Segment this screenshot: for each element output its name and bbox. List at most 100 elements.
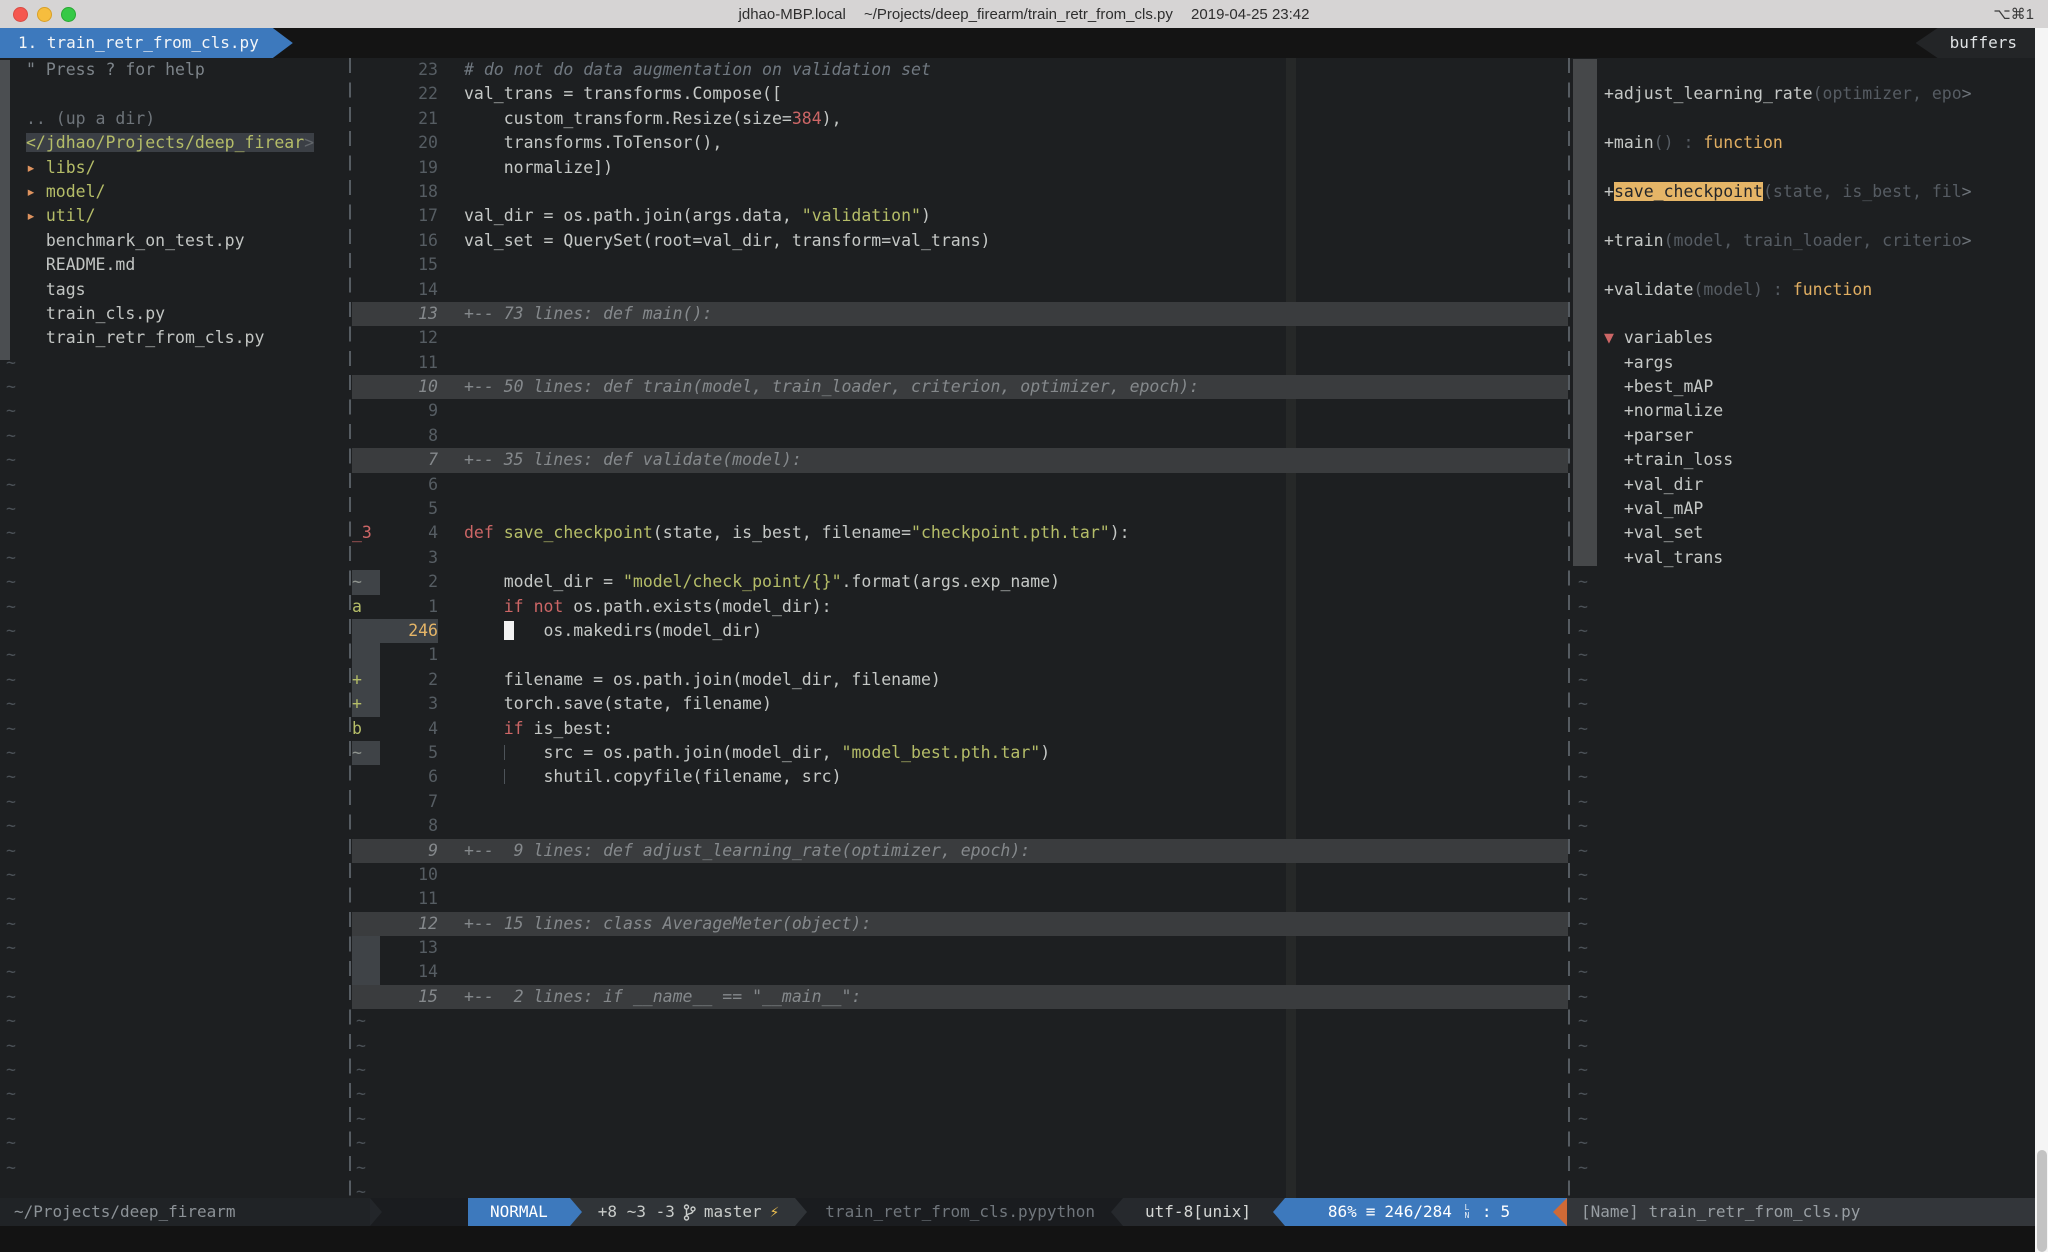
tag-entry[interactable]: +normalize (1570, 399, 2036, 423)
empty-line-tilde: ~ (0, 668, 348, 692)
empty-line-tilde: ~ (1570, 619, 2036, 643)
code-line[interactable]: 11 (352, 887, 1568, 911)
line-number: 13 (380, 936, 438, 960)
folded-code-line[interactable]: 10+-- 50 lines: def train(model, train_l… (352, 375, 1568, 399)
code-line[interactable]: 11 (352, 351, 1568, 375)
code-line[interactable]: 23# do not do data augmentation on valid… (352, 58, 1568, 82)
code-line[interactable]: 1 (352, 643, 1568, 667)
file-tree-scrollbar[interactable] (0, 60, 10, 360)
tree-row[interactable]: ▸ util/ (0, 204, 348, 228)
tree-file-item[interactable]: train_retr_from_cls.py (26, 328, 264, 347)
empty-line-tilde: ~ (1570, 692, 2036, 716)
tag-entry[interactable]: +val_trans (1570, 546, 2036, 570)
code-line[interactable]: 3 (352, 546, 1568, 570)
tree-row[interactable]: benchmark_on_test.py (0, 229, 348, 253)
column-number: 5 (1501, 1198, 1511, 1226)
tag-entry[interactable]: +train_loss (1570, 448, 2036, 472)
tree-file-item[interactable]: train_cls.py (26, 304, 165, 323)
empty-line-tilde: ~ (1570, 863, 2036, 887)
code-line[interactable]: 17val_dir = os.path.join(args.data, "val… (352, 204, 1568, 228)
code-line[interactable]: 21 custom_transform.Resize(size=384), (352, 107, 1568, 131)
tag-entry[interactable]: +args (1570, 351, 2036, 375)
code-line[interactable]: +3 torch.save(state, filename) (352, 692, 1568, 716)
tagbar-scrollbar[interactable] (1573, 59, 1597, 566)
tree-file-item[interactable]: benchmark_on_test.py (26, 231, 245, 250)
window-separator[interactable] (349, 58, 351, 1198)
sign-column (352, 58, 380, 82)
tree-row[interactable]: train_retr_from_cls.py (0, 326, 348, 350)
code-line[interactable]: 22val_trans = transforms.Compose([ (352, 82, 1568, 106)
tag-entry[interactable]: +val_mAP (1570, 497, 2036, 521)
code-line[interactable]: 14 (352, 960, 1568, 984)
branch-name: master (704, 1198, 762, 1226)
code-line[interactable]: _34def save_checkpoint(state, is_best, f… (352, 521, 1568, 545)
tree-root[interactable]: </jdhao/Projects/deep_firear> (26, 133, 314, 152)
folded-code-line[interactable]: 7+-- 35 lines: def validate(model): (352, 448, 1568, 472)
tag-entry[interactable]: +save_checkpoint(state, is_best, fil> (1570, 180, 2036, 204)
sign-column (352, 960, 380, 984)
tree-dir-item[interactable]: ▸ model/ (26, 182, 105, 201)
tag-entry[interactable]: +main() : function (1570, 131, 2036, 155)
buffer-tab[interactable]: 1. train_retr_from_cls.py (0, 28, 293, 58)
tree-row[interactable]: ▸ model/ (0, 180, 348, 204)
code-line[interactable]: 246 os.makedirs(model_dir) (352, 619, 1568, 643)
tag-entry[interactable]: +val_dir (1570, 473, 2036, 497)
code-line[interactable]: 20 transforms.ToTensor(), (352, 131, 1568, 155)
command-line[interactable] (0, 1226, 2048, 1252)
folded-code-line[interactable]: 13+-- 73 lines: def main(): (352, 302, 1568, 326)
tag-entry[interactable]: +adjust_learning_rate(optimizer, epo> (1570, 82, 2036, 106)
empty-line-tilde: ~ (0, 985, 348, 1009)
tree-row[interactable]: </jdhao/Projects/deep_firear> (0, 131, 348, 155)
code-line[interactable]: +2 filename = os.path.join(model_dir, fi… (352, 668, 1568, 692)
tree-row[interactable]: README.md (0, 253, 348, 277)
empty-line-tilde: ~ (1570, 643, 2036, 667)
code-line[interactable]: a1 if not os.path.exists(model_dir): (352, 595, 1568, 619)
code-line[interactable]: 8 (352, 424, 1568, 448)
tag-entry[interactable]: +train(model, train_loader, criterio> (1570, 229, 2036, 253)
tree-file-item[interactable]: README.md (26, 255, 135, 274)
code-line[interactable]: 18 (352, 180, 1568, 204)
empty-line-tilde: ~ (1570, 1082, 2036, 1106)
editor-scrollbar-thumb[interactable] (2037, 1150, 2047, 1252)
code-line[interactable]: 19 normalize]) (352, 156, 1568, 180)
folded-code-line[interactable]: 12+-- 15 lines: class AverageMeter(objec… (352, 912, 1568, 936)
editor-scrollbar-track[interactable] (2035, 28, 2048, 1252)
tag-entry[interactable]: ▼ variables (1570, 326, 2036, 350)
sign-column (352, 180, 380, 204)
folded-code-line[interactable]: 9+-- 9 lines: def adjust_learning_rate(o… (352, 839, 1568, 863)
tree-row[interactable]: ▸ libs/ (0, 156, 348, 180)
tag-entry (1570, 156, 2036, 180)
code-line[interactable]: 12 (352, 326, 1568, 350)
code-line[interactable]: 15 (352, 253, 1568, 277)
powerline-separator-icon (570, 1198, 582, 1226)
tree-row[interactable]: train_cls.py (0, 302, 348, 326)
tag-entry[interactable]: +val_set (1570, 521, 2036, 545)
code-line[interactable]: 10 (352, 863, 1568, 887)
code-line[interactable]: b4 if is_best: (352, 717, 1568, 741)
code-line[interactable]: 5 (352, 497, 1568, 521)
code-line[interactable]: 6 (352, 473, 1568, 497)
tree-dir-item[interactable]: ▸ util/ (26, 206, 96, 225)
code-line[interactable]: 16val_set = QuerySet(root=val_dir, trans… (352, 229, 1568, 253)
code-line[interactable]: 8 (352, 814, 1568, 838)
tag-entry[interactable]: +best_mAP (1570, 375, 2036, 399)
empty-line-tilde: ~ (1570, 1131, 2036, 1155)
code-line[interactable]: 13 (352, 936, 1568, 960)
tree-row[interactable]: tags (0, 278, 348, 302)
sign-column (352, 82, 380, 106)
tag-entry[interactable]: +parser (1570, 424, 2036, 448)
tree-file-item[interactable]: tags (26, 280, 86, 299)
folded-code-line[interactable]: 15+-- 2 lines: if __name__ == "__main__"… (352, 985, 1568, 1009)
tree-row[interactable]: .. (up a dir) (0, 107, 348, 131)
code-line[interactable]: ~5 src = os.path.join(model_dir, "model_… (352, 741, 1568, 765)
tree-up-dir[interactable]: .. (up a dir) (26, 109, 155, 128)
code-line[interactable]: 14 (352, 278, 1568, 302)
tag-entry[interactable]: +validate(model) : function (1570, 278, 2036, 302)
sign-column (352, 326, 380, 350)
tree-dir-item[interactable]: ▸ libs/ (26, 158, 96, 177)
code-line[interactable]: 6 shutil.copyfile(filename, src) (352, 765, 1568, 789)
colon: : (1482, 1198, 1492, 1226)
code-line[interactable]: 9 (352, 399, 1568, 423)
code-line[interactable]: ~2 model_dir = "model/check_point/{}".fo… (352, 570, 1568, 594)
code-line[interactable]: 7 (352, 790, 1568, 814)
